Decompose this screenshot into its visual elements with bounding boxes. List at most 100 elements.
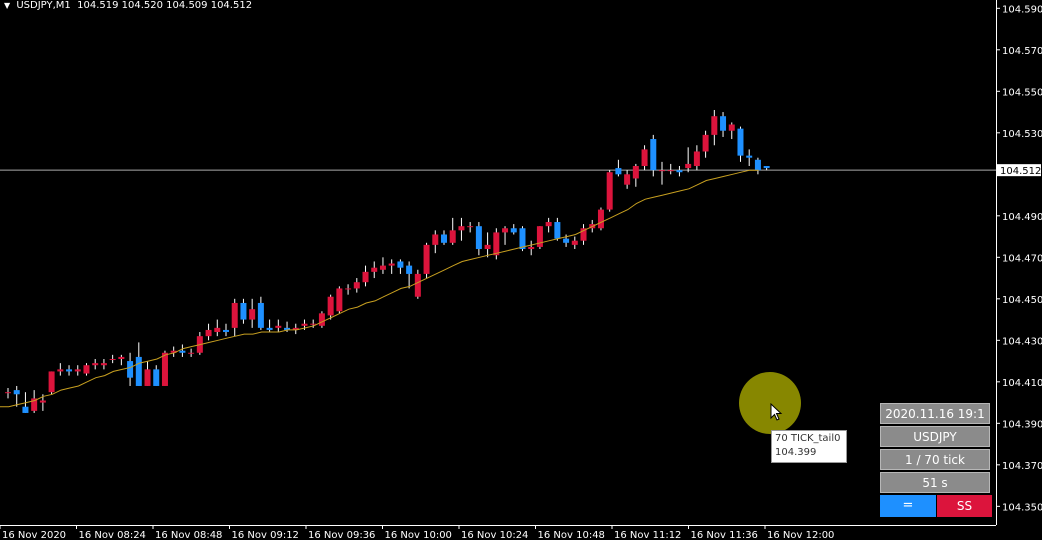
crosshair-tooltip: 70 TICK_tail0 104.399 xyxy=(771,430,847,463)
tooltip-line-2: 104.399 xyxy=(775,447,817,458)
candle-body xyxy=(702,134,709,152)
candle-body xyxy=(188,352,195,354)
candle-body xyxy=(667,170,674,172)
candle-body xyxy=(318,313,325,326)
equal-button[interactable]: = xyxy=(880,495,936,517)
candle-body xyxy=(397,261,404,268)
candle-body xyxy=(475,226,482,250)
candle-body xyxy=(179,350,186,353)
candle-body xyxy=(74,369,81,372)
candle-body xyxy=(161,352,168,386)
x-tick-label: 16 Nov 12:00 xyxy=(767,530,834,540)
x-tick-label: 16 Nov 10:48 xyxy=(538,530,605,540)
y-tick-label: 104.550 xyxy=(1002,87,1042,98)
candle-body xyxy=(109,358,116,360)
candle-body xyxy=(362,271,369,283)
candle-body xyxy=(685,163,692,169)
candle-body xyxy=(301,323,308,326)
candle-body xyxy=(266,327,273,330)
y-tick-label: 104.450 xyxy=(1002,295,1042,306)
candle-body xyxy=(310,323,317,325)
candle-body xyxy=(711,116,718,135)
candle-body xyxy=(754,159,761,171)
candle-body xyxy=(240,302,247,320)
candle-body xyxy=(432,234,439,245)
candle-body xyxy=(249,309,256,320)
x-tick-label: 16 Nov 2020 xyxy=(2,530,66,540)
candle-body xyxy=(484,244,491,250)
x-tick-label: 16 Nov 10:00 xyxy=(385,530,452,540)
candle-body xyxy=(641,149,648,167)
candle-body xyxy=(597,209,604,229)
candle-body xyxy=(127,361,134,378)
y-tick-label: 104.410 xyxy=(1002,378,1042,389)
tick-panel: 2020.11.16 19:1 USDJPY 1 / 70 tick 51 s … xyxy=(880,403,992,517)
candle-body xyxy=(746,155,753,158)
x-tick-label: 16 Nov 08:48 xyxy=(155,530,222,540)
candle-body xyxy=(353,282,360,289)
candle-body xyxy=(406,265,413,274)
y-tick-label: 104.590 xyxy=(1002,4,1042,15)
moving-average-line xyxy=(0,169,759,408)
candle-body xyxy=(345,288,352,290)
candle-body xyxy=(22,406,29,413)
candle-body xyxy=(571,240,578,245)
candle-body xyxy=(458,226,465,231)
candle-body xyxy=(48,371,55,393)
candle-body xyxy=(5,392,11,394)
x-tick-label: 16 Nov 10:24 xyxy=(461,530,528,540)
ohlc-values: 104.519 104.520 104.509 104.512 xyxy=(77,0,253,11)
candle-body xyxy=(92,363,99,366)
y-tick-label: 104.430 xyxy=(1002,336,1042,347)
x-tick-label: 16 Nov 09:12 xyxy=(232,530,299,540)
candle-body xyxy=(467,226,474,228)
candle-body xyxy=(371,267,378,272)
candle-body xyxy=(327,296,334,316)
candle-body xyxy=(563,238,570,243)
candle-body xyxy=(118,356,125,359)
candle-body xyxy=(257,302,264,328)
ss-button[interactable]: SS xyxy=(937,495,992,517)
candle-body xyxy=(528,246,535,250)
candle-body xyxy=(615,168,622,175)
current-price-label: 104.512 xyxy=(1000,166,1041,177)
candle-body xyxy=(153,369,160,386)
triangle-down-icon[interactable]: ▼ xyxy=(4,1,10,10)
candle-body xyxy=(100,363,107,366)
mouse-pointer-icon xyxy=(770,403,783,421)
candle-body xyxy=(676,170,683,173)
candle-body xyxy=(728,124,735,131)
x-tick-label: 16 Nov 11:36 xyxy=(691,530,758,540)
candle-body xyxy=(763,166,770,169)
chart-header: ▼ USDJPY,M1 104.519 104.520 104.509 104.… xyxy=(4,0,252,11)
panel-ticks: 1 / 70 tick xyxy=(880,449,990,470)
candle-body xyxy=(659,170,665,172)
candle-body xyxy=(624,174,631,185)
candle-body xyxy=(554,222,561,239)
candle-body xyxy=(39,400,46,403)
y-tick-label: 104.490 xyxy=(1002,212,1042,223)
panel-symbol: USDJPY xyxy=(880,426,990,447)
y-tick-label: 104.370 xyxy=(1002,461,1042,472)
panel-seconds: 51 s xyxy=(880,472,990,493)
panel-datetime: 2020.11.16 19:1 xyxy=(880,403,990,424)
candle-body xyxy=(441,234,447,243)
candle-body xyxy=(13,390,20,395)
candle-body xyxy=(449,230,456,243)
candle-body xyxy=(223,329,229,333)
candle-body xyxy=(214,327,221,333)
candle-body xyxy=(57,369,64,372)
candle-body xyxy=(519,228,526,250)
candle-body xyxy=(414,273,421,297)
y-tick-label: 104.470 xyxy=(1002,253,1042,264)
x-tick-label: 16 Nov 08:24 xyxy=(79,530,146,540)
candle-body xyxy=(650,139,657,171)
candle-body xyxy=(545,222,552,227)
candle-body xyxy=(423,244,430,274)
candle-body xyxy=(83,365,90,374)
candle-body xyxy=(737,128,744,156)
candle-body xyxy=(144,369,151,386)
candle-body xyxy=(632,166,639,179)
y-tick-label: 104.350 xyxy=(1002,502,1042,513)
x-tick-label: 16 Nov 11:12 xyxy=(614,530,681,540)
